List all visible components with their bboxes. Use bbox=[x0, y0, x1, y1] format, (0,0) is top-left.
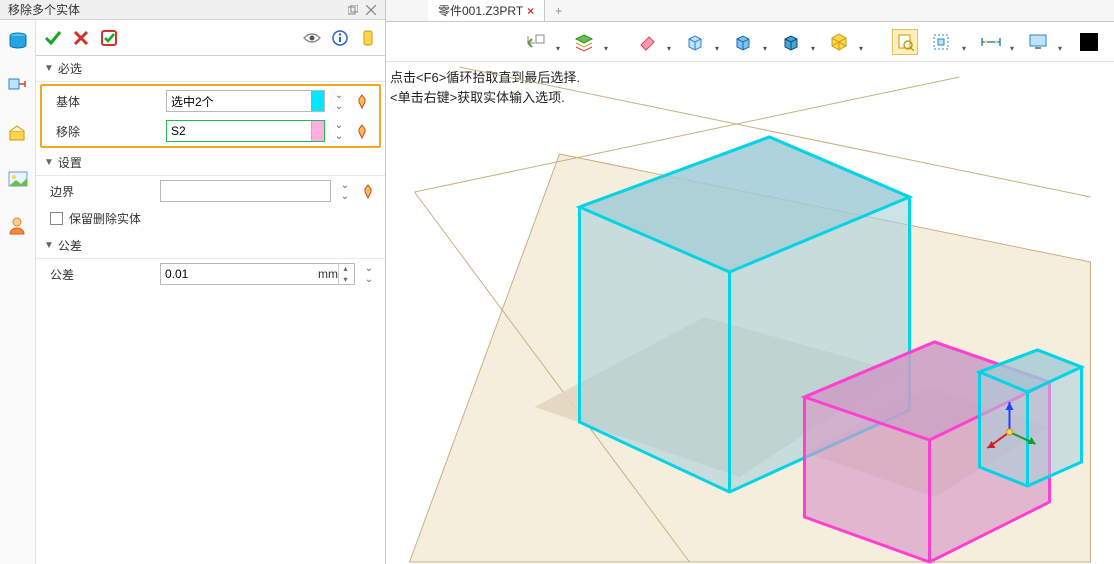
tolerance-header[interactable]: ▼ 公差 bbox=[36, 233, 385, 259]
info-icon[interactable] bbox=[329, 27, 351, 49]
tb-insert-icon[interactable] bbox=[526, 29, 560, 55]
boundary-expand-icon[interactable]: ⌄⌄ bbox=[337, 180, 353, 202]
remove-field bbox=[166, 120, 325, 142]
tb-layers-icon[interactable] bbox=[574, 29, 608, 55]
tool-strip bbox=[0, 20, 36, 564]
remove-expand-icon[interactable]: ⌄⌄ bbox=[331, 120, 347, 142]
ok-button[interactable] bbox=[42, 27, 64, 49]
tab-label: 零件001.Z3PRT bbox=[438, 2, 523, 19]
close-panel-icon[interactable] bbox=[365, 4, 377, 16]
collapse-icon: ▼ bbox=[44, 157, 54, 168]
required-header[interactable]: ▼ 必选 bbox=[36, 56, 385, 82]
remove-input[interactable] bbox=[166, 120, 325, 142]
collapse-icon: ▼ bbox=[44, 63, 54, 74]
tab-part[interactable]: 零件001.Z3PRT × bbox=[428, 0, 545, 21]
form-area: ▼ 必选 基体 ⌄⌄ 移除 bbox=[36, 20, 385, 564]
boundary-field bbox=[160, 180, 331, 202]
tolerance-label: 公差 bbox=[44, 266, 154, 283]
base-row: 基体 ⌄⌄ bbox=[42, 86, 379, 116]
boundary-label: 边界 bbox=[44, 183, 154, 200]
remove-pushpin-icon[interactable] bbox=[353, 123, 371, 139]
settings-header[interactable]: ▼ 设置 bbox=[36, 150, 385, 176]
remove-row: 移除 ⌄⌄ bbox=[42, 116, 379, 146]
required-label: 必选 bbox=[58, 60, 82, 77]
boundary-input[interactable] bbox=[160, 180, 331, 202]
cube-small bbox=[980, 350, 1082, 486]
add-tab-icon[interactable]: + bbox=[545, 4, 572, 18]
base-input[interactable] bbox=[166, 90, 325, 112]
scene-3d bbox=[386, 62, 1114, 564]
tool-cylinder-icon[interactable] bbox=[5, 28, 31, 54]
keep-removed-row[interactable]: 保留删除实体 bbox=[36, 206, 385, 233]
tool-user-icon[interactable] bbox=[5, 212, 31, 238]
tolerance-unit: mm bbox=[318, 267, 338, 281]
base-field bbox=[166, 90, 325, 112]
tool-image-icon[interactable] bbox=[5, 166, 31, 192]
tb-frame-icon[interactable] bbox=[932, 29, 966, 55]
tb-eraser-icon[interactable] bbox=[637, 29, 671, 55]
collapse-icon: ▼ bbox=[44, 240, 54, 251]
view-toolbar bbox=[386, 22, 1114, 62]
settings-label: 设置 bbox=[58, 154, 82, 171]
remove-color-swatch bbox=[311, 121, 324, 141]
keep-removed-checkbox[interactable] bbox=[50, 212, 63, 225]
tab-bar: 零件001.Z3PRT × + bbox=[386, 0, 1114, 22]
tb-color-icon[interactable] bbox=[1076, 29, 1102, 55]
left-panel: 移除多个实体 bbox=[0, 0, 386, 564]
tb-search-icon[interactable] bbox=[892, 29, 918, 55]
tb-cube1-icon[interactable] bbox=[685, 29, 719, 55]
boundary-row: 边界 ⌄⌄ bbox=[36, 176, 385, 206]
keep-removed-label: 保留删除实体 bbox=[69, 210, 141, 227]
tb-wireframe-icon[interactable] bbox=[829, 29, 863, 55]
tb-monitor-icon[interactable] bbox=[1028, 29, 1062, 55]
eye-icon[interactable] bbox=[301, 27, 323, 49]
viewport[interactable]: 点击<F6>循环拾取直到最后选择. <单击右键>获取实体输入选项. bbox=[386, 62, 1114, 564]
spin-up-icon[interactable]: ▴ bbox=[338, 263, 352, 274]
tolerance-row: 公差 mm ▴ ▾ ⌄⌄ bbox=[36, 259, 385, 289]
cancel-button[interactable] bbox=[70, 27, 92, 49]
action-bar bbox=[36, 20, 385, 56]
tb-cube3-icon[interactable] bbox=[781, 29, 815, 55]
tolerance-section-label: 公差 bbox=[58, 237, 82, 254]
panel-title: 移除多个实体 bbox=[8, 1, 80, 18]
base-label: 基体 bbox=[50, 93, 160, 110]
panel-title-bar: 移除多个实体 bbox=[0, 0, 385, 20]
pin-icon[interactable] bbox=[357, 27, 379, 49]
tool-open-box-icon[interactable] bbox=[5, 120, 31, 146]
remove-label: 移除 bbox=[50, 123, 160, 140]
boundary-pushpin-icon[interactable] bbox=[359, 183, 377, 199]
base-pushpin-icon[interactable] bbox=[353, 93, 371, 109]
tolerance-field: mm ▴ ▾ bbox=[160, 263, 355, 285]
apply-button[interactable] bbox=[98, 27, 120, 49]
close-tab-icon[interactable]: × bbox=[527, 4, 534, 18]
base-expand-icon[interactable]: ⌄⌄ bbox=[331, 90, 347, 112]
tb-dim-icon[interactable] bbox=[980, 29, 1014, 55]
tb-cube2-icon[interactable] bbox=[733, 29, 767, 55]
highlight-annotation: 基体 ⌄⌄ 移除 ⌄⌄ bbox=[40, 84, 381, 148]
tolerance-expand-icon[interactable]: ⌄⌄ bbox=[361, 263, 377, 285]
restore-icon[interactable] bbox=[347, 4, 359, 16]
spin-down-icon[interactable]: ▾ bbox=[338, 274, 352, 285]
base-color-swatch bbox=[311, 91, 324, 111]
tool-cube-tree-icon[interactable] bbox=[5, 74, 31, 100]
tolerance-input[interactable] bbox=[160, 263, 314, 285]
right-panel: 零件001.Z3PRT × + 点击<F6>循环拾取直到最后选择. <单 bbox=[386, 0, 1114, 564]
